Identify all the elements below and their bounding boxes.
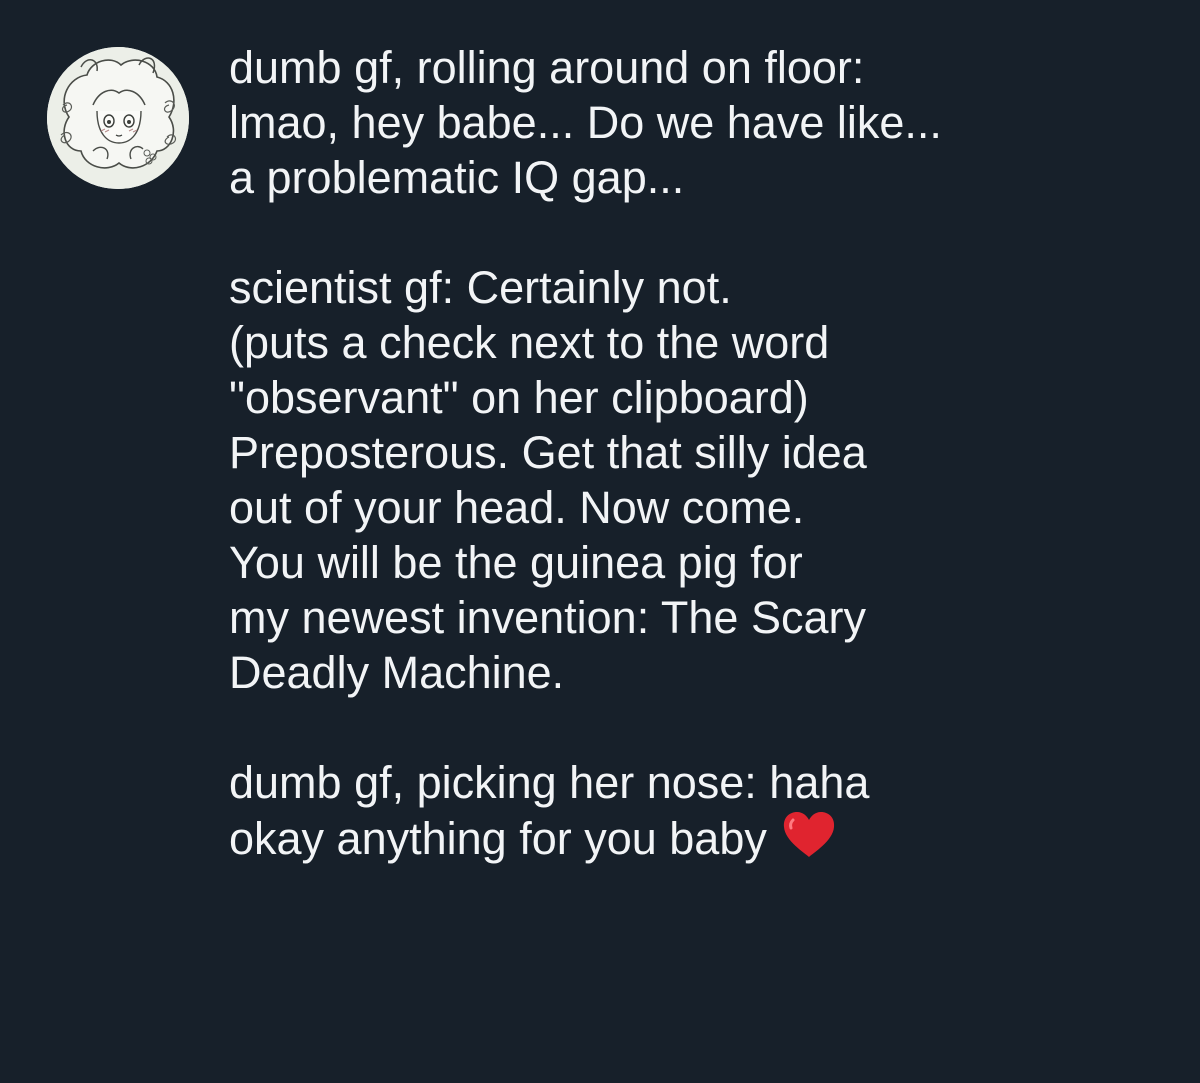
text-line: Deadly Machine.: [229, 647, 565, 698]
stanza-scientist-gf-reply: scientist gf: Certainly not. (puts a che…: [229, 260, 1169, 700]
text-line: Preposterous. Get that silly idea: [229, 427, 867, 478]
text-line: lmao, hey babe... Do we have like...: [229, 97, 942, 148]
avatar[interactable]: [47, 47, 189, 189]
text-line: (puts a check next to the word: [229, 317, 830, 368]
red-heart-icon: [781, 810, 837, 860]
post-body: dumb gf, rolling around on floor: lmao, …: [229, 40, 1169, 866]
text-line: a problematic IQ gap...: [229, 152, 685, 203]
text-line: You will be the guinea pig for: [229, 537, 803, 588]
stanza-dumb-gf-question: dumb gf, rolling around on floor: lmao, …: [229, 40, 1169, 205]
text-line: dumb gf, picking her nose: haha: [229, 757, 870, 808]
text-line: out of your head. Now come.: [229, 482, 805, 533]
text-line-content: okay anything for you baby: [229, 813, 767, 864]
text-line: my newest invention: The Scary: [229, 592, 866, 643]
text-line: dumb gf, rolling around on floor:: [229, 42, 865, 93]
text-line-with-emoji: okay anything for you baby: [229, 810, 1169, 866]
text-line: scientist gf: Certainly not.: [229, 262, 732, 313]
text-line: "observant" on her clipboard): [229, 372, 809, 423]
post: dumb gf, rolling around on floor: lmao, …: [0, 0, 1200, 1083]
stanza-dumb-gf-answer: dumb gf, picking her nose: haha okay any…: [229, 755, 1169, 866]
anime-girl-sketch-avatar-icon: [47, 47, 189, 189]
